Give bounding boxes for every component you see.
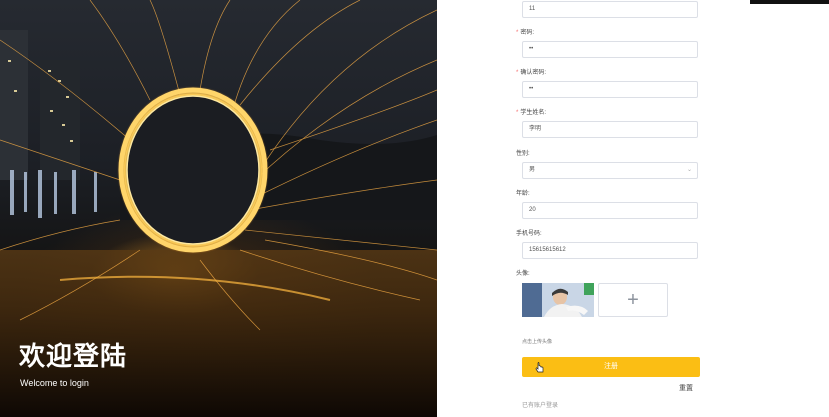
hand-pointer-icon bbox=[535, 362, 544, 373]
gender-label: 性别: bbox=[516, 151, 530, 157]
confirm-password-input[interactable]: •• bbox=[522, 81, 698, 98]
avatar-label: 头像: bbox=[516, 271, 530, 277]
confirm-password-label: * 确认密码: bbox=[516, 70, 547, 76]
student-name-value: 李明 bbox=[529, 126, 542, 132]
password-label: * 密码: bbox=[516, 30, 535, 36]
phone-input[interactable]: 15615615612 bbox=[522, 242, 698, 259]
avatar-upload-button[interactable]: + bbox=[598, 283, 668, 317]
age-input[interactable]: 20 bbox=[522, 202, 698, 219]
register-button[interactable]: 注册 bbox=[522, 357, 700, 377]
upload-hint: 点击上传头像 bbox=[522, 339, 553, 345]
phone-label: 手机号码: bbox=[516, 231, 542, 237]
gender-select[interactable]: 男 ⌄ bbox=[522, 162, 698, 179]
avatar-photo bbox=[522, 283, 594, 317]
student-name-input[interactable]: 李明 bbox=[522, 121, 698, 138]
username-input[interactable]: 11 bbox=[522, 1, 698, 18]
plus-icon: + bbox=[627, 289, 639, 311]
password-input[interactable]: •• bbox=[522, 41, 698, 58]
required-mark: * bbox=[516, 110, 519, 116]
username-value: 11 bbox=[529, 6, 536, 12]
age-value: 20 bbox=[529, 207, 536, 213]
gender-value: 男 bbox=[529, 167, 536, 173]
phone-value: 15615615612 bbox=[529, 247, 566, 253]
registration-form: 11 * 密码: •• * 确认密码: •• * 学生姓名: 李明 性别: 男 ⌄ 年… bbox=[0, 0, 829, 417]
student-name-label: * 学生姓名: bbox=[516, 110, 547, 116]
confirm-password-value: •• bbox=[529, 86, 534, 92]
required-mark: * bbox=[516, 30, 519, 36]
age-label: 年龄: bbox=[516, 191, 530, 197]
login-link[interactable]: 已有账户登录 bbox=[522, 400, 558, 409]
password-value: •• bbox=[529, 46, 534, 52]
required-mark: * bbox=[516, 70, 519, 76]
avatar-preview[interactable] bbox=[522, 283, 594, 317]
chevron-down-icon: ⌄ bbox=[686, 167, 692, 173]
reset-button[interactable]: 重置 bbox=[679, 383, 693, 393]
